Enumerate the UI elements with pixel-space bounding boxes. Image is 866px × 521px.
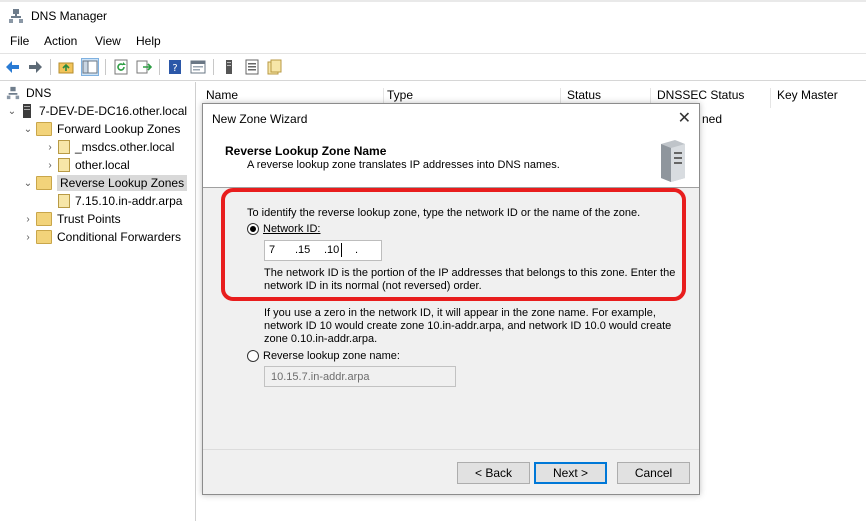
zero-note-1: If you use a zero in the network ID, it …	[264, 307, 656, 319]
wizard-page-title: Reverse Lookup Zone Name	[225, 144, 387, 158]
console-tree: DNS ⌄ 7-DEV-DE-DC16.other.local ⌄ Forwar…	[0, 82, 196, 521]
column-header-key-master[interactable]: Key Master	[771, 88, 866, 108]
dns-root-icon	[6, 86, 20, 100]
export-icon[interactable]	[135, 58, 153, 76]
chevron-right-icon[interactable]: ›	[44, 141, 56, 153]
tree-node-trust-points[interactable]: › Trust Points	[22, 210, 121, 228]
zero-note-2: network ID 10 would create zone 10.in-ad…	[264, 320, 672, 332]
wizard-footer: < Back Next > Cancel	[203, 449, 699, 495]
folder-icon	[36, 122, 52, 136]
tree-node-reverse-zone[interactable]: 7.15.10.in-addr.arpa	[56, 192, 182, 210]
window-title: DNS Manager	[31, 9, 108, 23]
server-tower-icon	[661, 140, 685, 182]
menu-action[interactable]: Action	[42, 34, 79, 48]
tree-node-forward-lookup[interactable]: ⌄ Forward Lookup Zones	[22, 120, 180, 138]
wizard-header: Reverse Lookup Zone Name A reverse looku…	[203, 132, 699, 188]
zone-file-icon	[58, 158, 70, 172]
tree-node-other-local[interactable]: › other.local	[44, 156, 130, 174]
show-tree-icon[interactable]	[81, 58, 99, 76]
dns-app-icon	[9, 9, 23, 23]
reverse-zone-name-label: Reverse lookup zone name:	[263, 350, 400, 362]
zone-file-icon	[58, 194, 70, 208]
help-icon[interactable]: ?	[166, 58, 184, 76]
menu-help[interactable]: Help	[134, 34, 163, 48]
toolbar-separator	[213, 59, 214, 75]
forward-arrow-icon[interactable]	[26, 58, 44, 76]
up-folder-icon[interactable]	[57, 58, 75, 76]
tree-label: DNS	[26, 86, 52, 100]
zone-file-icon	[58, 140, 70, 154]
highlight-annotation	[221, 188, 686, 301]
title-bar-strip	[0, 0, 866, 2]
tree-node-reverse-lookup[interactable]: ⌄ Reverse Lookup Zones	[22, 174, 188, 192]
properties-icon[interactable]	[189, 58, 207, 76]
chevron-down-icon[interactable]: ⌄	[6, 105, 18, 117]
close-icon[interactable]: ✕	[678, 108, 691, 128]
chevron-right-icon[interactable]: ›	[22, 213, 34, 225]
menu-file[interactable]: File	[8, 34, 31, 48]
cancel-button[interactable]: Cancel	[617, 462, 690, 484]
chevron-right-icon[interactable]: ›	[44, 159, 56, 171]
toolbar-separator	[105, 59, 106, 75]
reverse-zone-name-input[interactable]: 10.15.7.in-addr.arpa	[264, 366, 456, 387]
chevron-down-icon[interactable]: ⌄	[22, 123, 34, 135]
menu-view[interactable]: View	[93, 34, 123, 48]
tree-label: Reverse Lookup Zones	[57, 175, 188, 191]
tree-label: Conditional Forwarders	[57, 230, 182, 244]
dialog-title-bar: New Zone Wizard ✕	[203, 104, 699, 132]
title-bar: DNS Manager	[0, 0, 866, 32]
dialog-title: New Zone Wizard	[212, 112, 308, 126]
server-node-icon	[23, 104, 31, 118]
wizard-page-subtitle: A reverse lookup zone translates IP addr…	[247, 159, 560, 171]
tree-label: Trust Points	[57, 212, 121, 226]
tree-node-server[interactable]: ⌄ 7-DEV-DE-DC16.other.local	[6, 102, 187, 120]
reverse-zone-name-radio[interactable]	[247, 350, 259, 362]
tree-label: 7-DEV-DE-DC16.other.local	[39, 104, 188, 118]
chevron-down-icon[interactable]: ⌄	[22, 177, 34, 189]
list-icon[interactable]	[243, 58, 261, 76]
back-button[interactable]: < Back	[457, 462, 530, 484]
toolbar: ?	[0, 53, 866, 81]
menu-bar: File Action View Help	[0, 32, 866, 52]
toolbar-separator	[159, 59, 160, 75]
chevron-right-icon[interactable]: ›	[22, 231, 34, 243]
folder-icon	[36, 230, 52, 244]
tree-label: Forward Lookup Zones	[57, 122, 181, 136]
svg-text:?: ?	[172, 63, 177, 74]
toolbar-separator	[50, 59, 51, 75]
back-arrow-icon[interactable]	[4, 58, 22, 76]
zero-note-3: zone 0.10.in-addr.arpa.	[264, 333, 378, 345]
tree-label: _msdcs.other.local	[75, 140, 175, 154]
tree-node-dns[interactable]: DNS	[6, 84, 51, 102]
folder-icon	[36, 176, 52, 190]
tree-label: other.local	[75, 158, 130, 172]
refresh-icon[interactable]	[112, 58, 130, 76]
server-icon[interactable]	[220, 58, 238, 76]
tree-node-msdcs[interactable]: › _msdcs.other.local	[44, 138, 174, 156]
folder-icon	[36, 212, 52, 226]
zone-icon[interactable]	[265, 58, 283, 76]
status-cell: ned	[702, 112, 723, 126]
tree-label: 7.15.10.in-addr.arpa	[75, 194, 183, 208]
tree-node-conditional-forwarders[interactable]: › Conditional Forwarders	[22, 228, 181, 246]
next-button[interactable]: Next >	[534, 462, 607, 484]
